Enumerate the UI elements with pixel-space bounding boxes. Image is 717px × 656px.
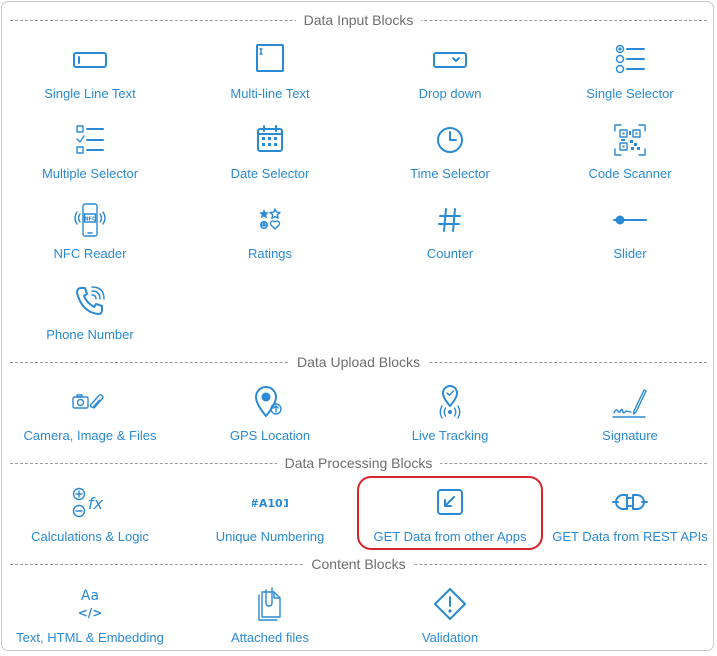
block-slider[interactable]: Slider — [540, 202, 717, 272]
nfc-phone-icon: NFC — [72, 202, 108, 238]
block-live-tracking[interactable]: Live Tracking — [360, 384, 540, 454]
block-text-html-embedding[interactable]: Aa </> Text, HTML & Embedding — [0, 586, 180, 656]
code-text: </> — [78, 606, 103, 620]
slider-icon — [612, 202, 648, 238]
calculation-fx-icon: fx — [72, 485, 108, 521]
block-attached-files[interactable]: Attached files — [180, 586, 360, 656]
block-code-scanner[interactable]: Code Scanner — [540, 122, 717, 192]
aa-text: Aa — [81, 588, 99, 604]
plug-connector-icon — [612, 485, 648, 521]
block-single-line-text[interactable]: Single Line Text — [0, 42, 180, 112]
section-header-data-input: Data Input Blocks — [10, 12, 707, 28]
block-label: Multiple Selector — [41, 166, 139, 181]
location-pin-icon — [252, 384, 288, 420]
section-header-content: Content Blocks — [10, 556, 707, 572]
block-label: Time Selector — [410, 166, 490, 181]
block-label: Single Line Text — [44, 86, 136, 101]
section-title: Data Input Blocks — [295, 12, 422, 28]
block-gps-location[interactable]: GPS Location — [180, 384, 360, 454]
block-phone-number[interactable]: Phone Number — [0, 283, 180, 353]
block-counter[interactable]: Counter — [360, 202, 540, 272]
text-area-icon — [252, 42, 288, 78]
block-label: Multi-line Text — [230, 86, 310, 101]
section-header-data-processing: Data Processing Blocks — [10, 455, 707, 471]
block-label: Date Selector — [230, 166, 310, 181]
block-label: Slider — [613, 246, 647, 261]
phone-call-icon — [72, 283, 108, 319]
block-validation[interactable]: Validation — [360, 586, 540, 656]
block-label: Drop down — [418, 86, 482, 101]
block-label: Ratings — [247, 246, 293, 261]
section-title: Data Processing Blocks — [276, 455, 441, 471]
block-label: Attached files — [230, 630, 310, 645]
block-label: GET Data from REST APIs — [552, 529, 708, 544]
block-camera-image-files[interactable]: Camera, Image & Files — [0, 384, 180, 454]
nfc-text: NFC — [84, 217, 96, 223]
block-date-selector[interactable]: Date Selector — [180, 122, 360, 192]
import-arrow-icon — [432, 485, 468, 521]
block-label: Signature — [602, 428, 658, 443]
block-label: Live Tracking — [411, 428, 489, 443]
signature-pen-icon — [612, 384, 648, 420]
text-code-icon: Aa </> — [72, 586, 108, 622]
ratings-icon — [252, 202, 288, 238]
block-label: Calculations & Logic — [31, 529, 149, 544]
block-label: GPS Location — [229, 428, 311, 443]
block-label: Validation — [421, 630, 479, 645]
attached-files-icon — [252, 586, 288, 622]
block-label: Counter — [426, 246, 474, 261]
block-label: Single Selector — [586, 86, 674, 101]
fx-text: fx — [88, 494, 104, 513]
block-nfc-reader[interactable]: NFC NFC Reader — [0, 202, 180, 272]
block-single-selector[interactable]: Single Selector — [540, 42, 717, 112]
calendar-icon — [252, 122, 288, 158]
block-label: Camera, Image & Files — [23, 428, 157, 443]
block-get-data-rest-apis[interactable]: GET Data from REST APIs — [540, 485, 717, 555]
dropdown-icon — [432, 42, 468, 78]
block-label: GET Data from other Apps — [373, 529, 527, 544]
warning-diamond-icon — [432, 586, 468, 622]
block-drop-down[interactable]: Drop down — [360, 42, 540, 112]
section-title: Data Upload Blocks — [289, 354, 428, 370]
block-get-data-other-apps[interactable]: GET Data from other Apps — [360, 485, 540, 555]
clock-icon — [432, 122, 468, 158]
section-title: Content Blocks — [303, 556, 414, 572]
block-signature[interactable]: Signature — [540, 384, 717, 454]
block-calculations-logic[interactable]: fx Calculations & Logic — [0, 485, 180, 555]
radio-list-icon — [612, 42, 648, 78]
hash-icon — [432, 202, 468, 238]
block-time-selector[interactable]: Time Selector — [360, 122, 540, 192]
camera-attach-icon — [72, 384, 108, 420]
block-unique-numbering[interactable]: #A101 Unique Numbering — [180, 485, 360, 555]
block-multi-line-text[interactable]: Multi-line Text — [180, 42, 360, 112]
text-field-icon — [72, 42, 108, 78]
block-ratings[interactable]: Ratings — [180, 202, 360, 272]
block-label: Phone Number — [46, 327, 134, 342]
block-label: NFC Reader — [53, 246, 127, 261]
unique-number-icon: #A101 — [252, 485, 288, 521]
unique-number-text: #A101 — [252, 497, 288, 510]
block-label: Unique Numbering — [215, 529, 325, 544]
section-header-data-upload: Data Upload Blocks — [10, 354, 707, 370]
block-label: Text, HTML & Embedding — [16, 630, 164, 645]
checklist-icon — [72, 122, 108, 158]
live-tracking-icon — [432, 384, 468, 420]
qr-scanner-icon — [612, 122, 648, 158]
block-label: Code Scanner — [588, 166, 672, 181]
block-multiple-selector[interactable]: Multiple Selector — [0, 122, 180, 192]
